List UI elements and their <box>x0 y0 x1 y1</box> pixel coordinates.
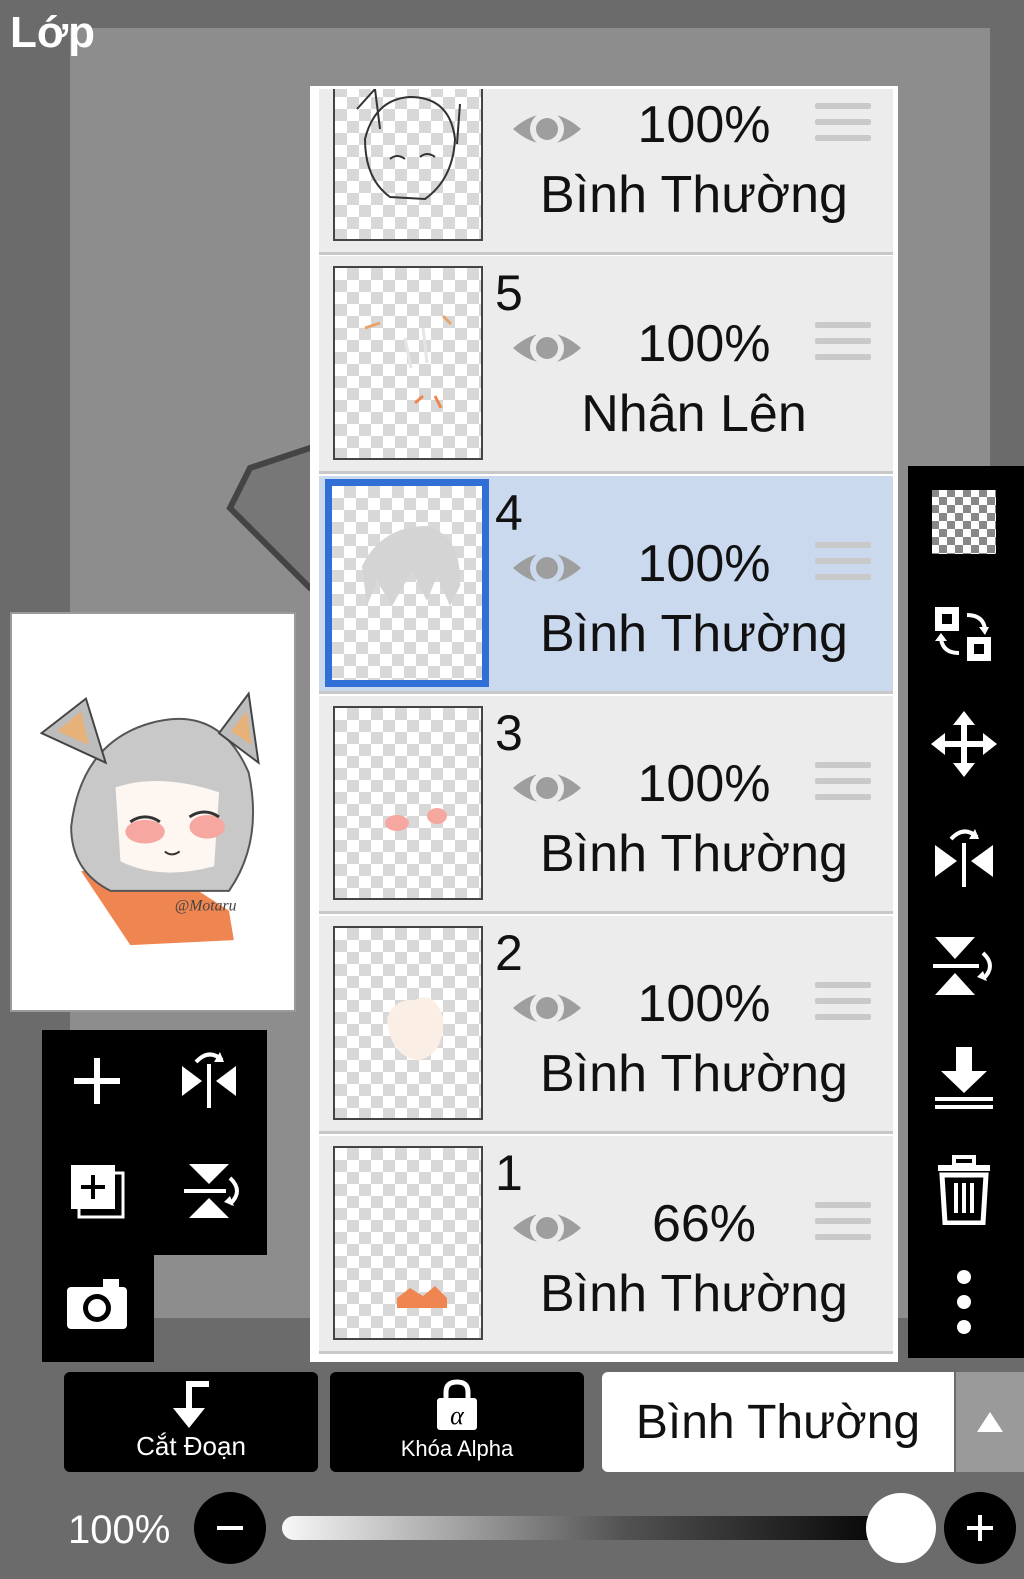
more-options-button[interactable] <box>926 1264 1002 1340</box>
layer-blend-mode: Bình Thường <box>540 605 848 663</box>
opacity-slider[interactable] <box>282 1516 902 1540</box>
preview-watermark: @Motaru <box>175 898 237 915</box>
lock-icon: α <box>437 1379 477 1430</box>
swap-layers-icon <box>935 607 991 661</box>
preview-artwork: @Motaru <box>39 691 260 946</box>
layer-blend-mode: Nhân Lên <box>581 385 807 443</box>
opacity-label: 100% <box>68 1508 171 1552</box>
clip-arrow-icon <box>173 1381 209 1428</box>
canvas-preview[interactable]: @Motaru <box>10 612 296 1012</box>
drag-handle-icon[interactable] <box>815 103 871 149</box>
flip-horizontal-icon <box>935 829 993 887</box>
drag-handle-icon[interactable] <box>815 762 871 808</box>
more-vertical-icon <box>957 1270 971 1334</box>
layer-opacity: 100% <box>637 755 771 813</box>
visibility-eye-icon[interactable] <box>509 970 585 1046</box>
right-toolbar <box>908 466 1024 1358</box>
flip-vertical-button[interactable] <box>164 1146 254 1236</box>
flip-vertical-icon <box>933 937 992 995</box>
trash-icon <box>938 1155 990 1225</box>
flip-vertical-button[interactable] <box>926 928 1002 1004</box>
add-layer-button[interactable] <box>52 1036 142 1126</box>
layer-thumbnail <box>333 706 483 900</box>
layer-blend-mode: Bình Thường <box>540 1045 848 1103</box>
opacity-increase-button[interactable] <box>944 1492 1016 1564</box>
blend-mode-dropdown[interactable] <box>956 1372 1024 1472</box>
layer-row[interactable]: 5 100% Nhân Lên <box>319 256 893 474</box>
minus-icon <box>217 1526 243 1530</box>
camera-icon <box>67 1279 127 1329</box>
move-button[interactable] <box>926 706 1002 782</box>
svg-text:α: α <box>450 1401 465 1430</box>
flip-horizontal-button[interactable] <box>164 1036 254 1126</box>
layer-opacity: 66% <box>651 1195 757 1253</box>
clipping-label: Cắt Đoạn <box>136 1431 246 1461</box>
checker-icon <box>932 490 996 554</box>
visibility-eye-icon[interactable] <box>509 750 585 826</box>
opacity-slider-thumb[interactable] <box>866 1493 936 1563</box>
layer-row[interactable]: 100% Bình Thường <box>319 89 893 255</box>
layer-opacity: 100% <box>637 535 771 593</box>
flip-vertical-icon <box>184 1164 239 1218</box>
blend-mode-select[interactable]: Bình Thường <box>602 1372 954 1472</box>
alpha-lock-label: Khóa Alpha <box>400 1436 514 1461</box>
drag-handle-icon[interactable] <box>815 322 871 368</box>
layer-blend-mode: Bình Thường <box>540 825 848 883</box>
layer-blend-mode: Bình Thường <box>540 166 848 224</box>
merge-down-button[interactable] <box>926 1040 1002 1116</box>
layer-row[interactable]: 2 100% Bình Thường <box>319 916 893 1134</box>
camera-button[interactable] <box>52 1258 142 1348</box>
visibility-eye-icon[interactable] <box>509 1190 585 1266</box>
drag-handle-icon[interactable] <box>815 982 871 1028</box>
visibility-eye-icon[interactable] <box>509 310 585 386</box>
layer-row-selected[interactable]: 4 100% Bình Thường <box>319 476 893 694</box>
drag-handle-icon[interactable] <box>815 542 871 588</box>
merge-down-icon <box>935 1047 993 1109</box>
layer-thumbnail <box>325 479 489 687</box>
transparency-button[interactable] <box>926 484 1002 560</box>
add-copy-layer-button[interactable] <box>52 1146 142 1236</box>
alpha-lock-button[interactable]: α Khóa Alpha <box>330 1372 584 1472</box>
flip-horizontal-icon <box>182 1052 236 1108</box>
delete-layer-button[interactable] <box>926 1152 1002 1228</box>
flip-horizontal-button[interactable] <box>926 818 1002 894</box>
swap-button[interactable] <box>926 596 1002 672</box>
move-icon <box>931 711 997 777</box>
plus-icon <box>74 1058 120 1104</box>
opacity-decrease-button[interactable] <box>194 1492 266 1564</box>
triangle-up-icon <box>977 1412 1003 1432</box>
clipping-button[interactable]: Cắt Đoạn <box>64 1372 318 1472</box>
layer-opacity: 100% <box>637 315 771 373</box>
visibility-eye-icon[interactable] <box>509 91 585 167</box>
panel-title: Lớp <box>10 8 96 57</box>
layer-opacity: 100% <box>637 96 771 154</box>
layer-thumbnail <box>333 89 483 241</box>
layer-thumbnail <box>333 266 483 460</box>
layer-row[interactable]: 1 66% Bình Thường <box>319 1136 893 1354</box>
plus-icon <box>967 1515 993 1541</box>
drag-handle-icon[interactable] <box>815 1202 871 1248</box>
layer-thumbnail <box>333 1146 483 1340</box>
layer-blend-mode: Bình Thường <box>540 1265 848 1323</box>
layer-thumbnail <box>333 926 483 1120</box>
layer-row[interactable]: 3 100% Bình Thường <box>319 696 893 914</box>
layer-opacity: 100% <box>637 975 771 1033</box>
copy-layer-icon <box>71 1165 125 1219</box>
layer-list[interactable]: 100% Bình Thường 5 100% Nhân Lên 4 100% … <box>310 86 898 1364</box>
visibility-eye-icon[interactable] <box>509 530 585 606</box>
